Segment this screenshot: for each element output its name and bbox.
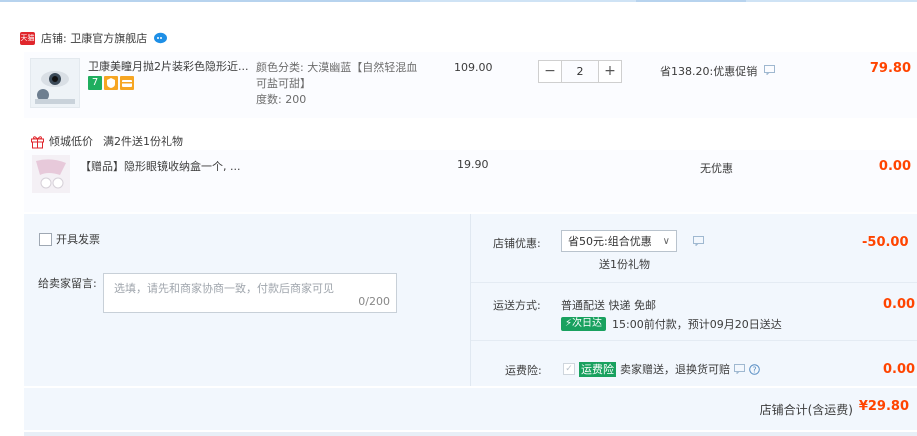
sku-degree: 度数: 200 <box>256 93 307 106</box>
gift-promo-label: 倾城低价 <box>49 135 93 148</box>
comment-icon[interactable] <box>764 65 775 75</box>
shipping-method: 普通配送 快递 免邮 <box>561 299 656 312</box>
gift-promo-text: 满2件送1份礼物 <box>103 135 183 148</box>
item-title-link[interactable]: 卫康美瞳月抛2片装彩色隐形近... <box>88 58 248 74</box>
gift-promo: 无优惠 <box>700 162 733 175</box>
row-divider <box>471 282 917 283</box>
gift-title-link[interactable]: 【赠品】隐形眼镜收纳盒一个, ... <box>80 158 240 174</box>
comment-icon[interactable] <box>734 364 745 374</box>
quantity-stepper: − 2 + <box>538 60 622 83</box>
shop-header: 天猫 店铺: 卫康官方旗舰店 <box>20 30 168 46</box>
shipping-amount: 0.00 <box>883 297 916 312</box>
qty-minus-button[interactable]: − <box>538 60 562 83</box>
item-thumbnail[interactable] <box>30 58 80 108</box>
gift-amount: 0.00 <box>878 159 911 174</box>
chevron-down-icon: ∨ <box>662 236 670 247</box>
shop-discount-amount: -50.00 <box>862 235 909 250</box>
seven-day-return-badge: 7 <box>88 76 102 90</box>
shop-name-link[interactable]: 店铺: 卫康官方旗舰店 <box>41 30 147 46</box>
sku-color: 颜色分类: 大漠幽蓝【自然轻混血 <box>256 61 418 74</box>
gift-unit-price: 19.90 <box>457 158 489 171</box>
guarantee-badge <box>104 76 118 90</box>
message-label: 给卖家留言: <box>38 277 97 290</box>
insurance-tag: 运费险 <box>579 361 616 377</box>
shop-total-label: 店铺合计(含运费) <box>759 403 853 417</box>
item-sku-info: 颜色分类: 大漠幽蓝【自然轻混血 可盐可甜】 度数: 200 <box>256 60 436 108</box>
shop-total-amount: ¥29.80 <box>858 399 909 414</box>
shipping-eta: 15:00前付款，预计09月20日送达 <box>612 318 782 331</box>
shop-discount-select[interactable]: 省50元:组合优惠 ∨ <box>561 230 677 252</box>
help-icon[interactable]: ? <box>749 363 760 375</box>
insurance-row: ✓ 运费险 卖家赠送，退换货可赔 ? <box>563 361 760 377</box>
tmall-badge: 天猫 <box>20 31 35 45</box>
credit-card-icon <box>122 80 132 87</box>
lens-case-icon <box>32 155 70 193</box>
top-border-segment <box>636 0 746 2</box>
shipping-label: 运送方式: <box>493 299 541 312</box>
next-day-text: 次日达 <box>572 318 603 329</box>
gift-icon <box>31 135 44 148</box>
insurance-label: 运费险: <box>505 364 542 377</box>
svg-text:?: ? <box>752 365 756 374</box>
item-badges: 7 <box>88 76 134 90</box>
insurance-text: 卖家赠送，退换货可赔 <box>620 363 730 376</box>
eye-lens-icon <box>31 59 79 107</box>
comment-icon[interactable] <box>693 236 704 246</box>
item-unit-price: 109.00 <box>454 61 493 74</box>
gift-thumbnail[interactable] <box>32 155 70 193</box>
shop-discount-label: 店铺优惠: <box>493 237 541 250</box>
shop-discount-value: 省50元:组合优惠 <box>568 235 652 248</box>
invoice-label: 开具发票 <box>56 233 100 246</box>
invoice-checkbox[interactable] <box>39 232 52 246</box>
insurance-checkbox[interactable]: ✓ <box>563 363 575 375</box>
insurance-amount: 0.00 <box>883 362 916 377</box>
sku-color-cont: 可盐可甜】 <box>256 77 311 90</box>
lightning-icon: ⚡ <box>565 318 573 329</box>
shop-discount-gift: 送1份礼物 <box>599 258 650 271</box>
item-amount: 79.80 <box>869 61 911 76</box>
shipping-eta-row: ⚡次日达 15:00前付款，预计09月20日送达 <box>561 316 782 332</box>
shield-icon <box>107 78 115 88</box>
item-promo: 省138.20:优惠促销 <box>660 65 758 78</box>
qty-input[interactable]: 2 <box>562 60 598 83</box>
next-day-badge: ⚡次日达 <box>561 317 607 331</box>
top-border <box>0 0 917 2</box>
chat-icon[interactable] <box>153 32 168 45</box>
row-divider <box>471 340 917 341</box>
top-border-segment <box>0 0 420 2</box>
message-placeholder: 选填，请先和商家协商一致，付款后商家可见 <box>114 282 334 295</box>
gift-promo-row: 倾城低价 满2件送1份礼物 <box>30 133 183 149</box>
bottom-strip <box>24 432 917 436</box>
card-payment-badge <box>120 76 134 90</box>
panel-divider <box>470 214 471 386</box>
invoice-option[interactable]: 开具发票 <box>39 231 100 247</box>
qty-plus-button[interactable]: + <box>598 60 622 83</box>
message-char-count: 0/200 <box>358 295 390 308</box>
message-textarea[interactable]: 选填，请先和商家协商一致，付款后商家可见 0/200 <box>103 273 397 313</box>
